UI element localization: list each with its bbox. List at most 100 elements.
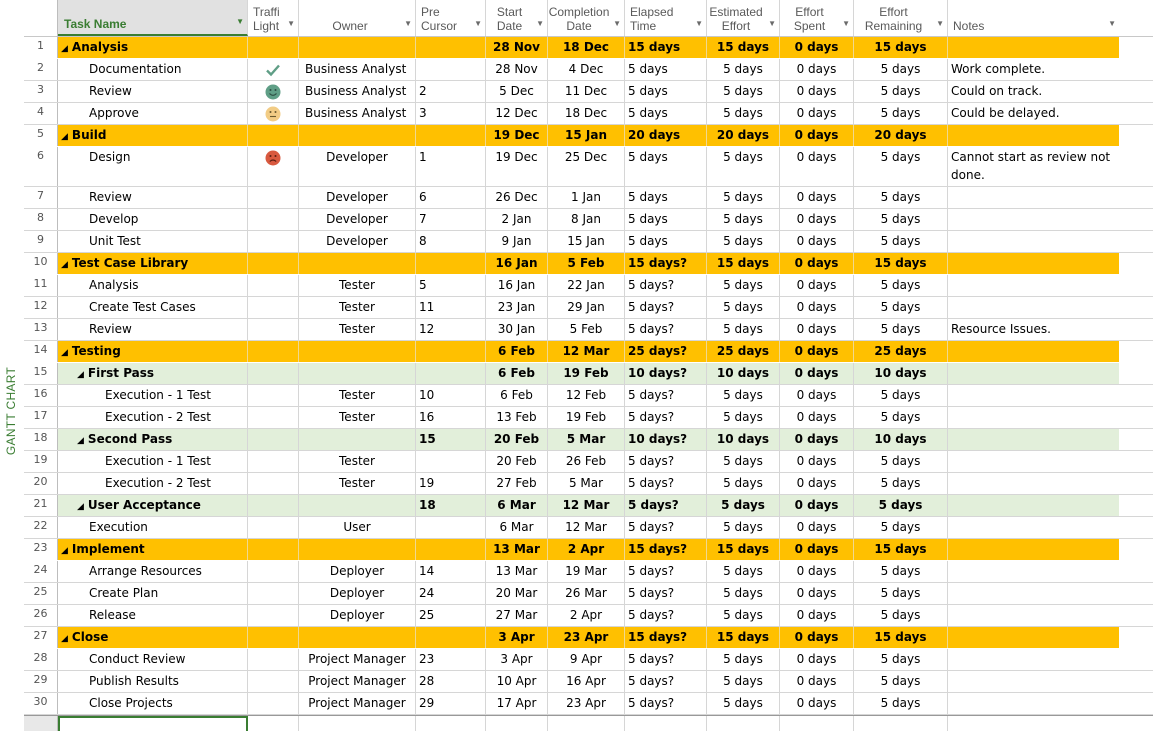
start-date-cell[interactable]: 16 Jan	[486, 275, 548, 296]
notes-cell[interactable]: Cannot start as review not done.	[948, 147, 1119, 186]
task-name-cell[interactable]: ◢ Testing	[58, 341, 248, 362]
owner-cell[interactable]	[299, 539, 416, 560]
completion-date-cell[interactable]: 26 Feb	[548, 451, 625, 472]
cell[interactable]	[248, 716, 299, 731]
elapsed-time-cell[interactable]: 5 days	[625, 59, 707, 80]
estimated-effort-cell[interactable]: 5 days	[707, 517, 780, 538]
notes-cell[interactable]: Resource Issues.	[948, 319, 1119, 340]
notes-cell[interactable]	[948, 517, 1119, 538]
traffic-light-cell[interactable]	[248, 187, 299, 208]
effort-remaining-cell[interactable]: 5 days	[854, 59, 948, 80]
owner-cell[interactable]	[299, 253, 416, 274]
task-row[interactable]: 3 Review Business Analyst 2 5 Dec 11 Dec 5 day…	[24, 81, 1153, 103]
notes-cell[interactable]	[948, 627, 1119, 648]
traffic-light-cell[interactable]	[248, 561, 299, 582]
traffic-light-cell[interactable]	[248, 319, 299, 340]
row-number[interactable]: 29	[24, 671, 58, 692]
effort-spent-cell[interactable]: 0 days	[780, 451, 854, 472]
summary-task-row[interactable]: 5 ◢ Build 19 Dec 15 Jan 20 days 20 days 0 days 2…	[24, 125, 1153, 147]
effort-remaining-cell[interactable]: 5 days	[854, 451, 948, 472]
estimated-effort-cell[interactable]: 5 days	[707, 147, 780, 186]
owner-cell[interactable]: Deployer	[299, 583, 416, 604]
effort-spent-cell[interactable]: 0 days	[780, 583, 854, 604]
elapsed-time-cell[interactable]: 5 days	[625, 81, 707, 102]
effort-spent-cell[interactable]: 0 days	[780, 693, 854, 714]
elapsed-time-cell[interactable]: 5 days?	[625, 319, 707, 340]
cell[interactable]	[486, 716, 548, 731]
estimated-effort-cell[interactable]: 5 days	[707, 231, 780, 252]
notes-cell[interactable]	[948, 231, 1119, 252]
summary-task-row[interactable]: 18 ◢ Second Pass 15 20 Feb 5 Mar 10 days? 10 da…	[24, 429, 1153, 451]
pre-cursor-cell[interactable]: 3	[416, 103, 486, 124]
task-row[interactable]: 6 Design Developer 1 19 Dec 25 Dec 5 days 5 day…	[24, 147, 1153, 187]
effort-spent-cell[interactable]: 0 days	[780, 147, 854, 186]
effort-spent-cell[interactable]: 0 days	[780, 275, 854, 296]
row-number[interactable]: 16	[24, 385, 58, 406]
pre-cursor-cell[interactable]: 14	[416, 561, 486, 582]
task-name-cell[interactable]: Approve	[58, 103, 248, 124]
notes-cell[interactable]	[948, 275, 1119, 296]
task-row[interactable]: 24 Arrange Resources Deployer 14 13 Mar 19 Ma…	[24, 561, 1153, 583]
owner-cell[interactable]	[299, 37, 416, 58]
row-number[interactable]: 23	[24, 539, 58, 560]
row-number[interactable]	[24, 716, 58, 731]
completion-date-cell[interactable]: 26 Mar	[548, 583, 625, 604]
owner-cell[interactable]: Developer	[299, 147, 416, 186]
completion-date-cell[interactable]: 16 Apr	[548, 671, 625, 692]
elapsed-time-cell[interactable]: 5 days	[625, 147, 707, 186]
row-number[interactable]: 22	[24, 517, 58, 538]
task-name-cell[interactable]: Execution - 1 Test	[58, 451, 248, 472]
row-number[interactable]: 17	[24, 407, 58, 428]
notes-cell[interactable]	[948, 583, 1119, 604]
notes-cell[interactable]: Could on track.	[948, 81, 1119, 102]
start-date-cell[interactable]: 23 Jan	[486, 297, 548, 318]
start-date-cell[interactable]: 13 Mar	[486, 539, 548, 560]
effort-spent-cell[interactable]: 0 days	[780, 231, 854, 252]
elapsed-time-cell[interactable]: 5 days?	[625, 517, 707, 538]
filter-dropdown-icon[interactable]: ▼	[613, 17, 621, 31]
row-number[interactable]: 19	[24, 451, 58, 472]
elapsed-time-cell[interactable]: 5 days?	[625, 495, 707, 516]
elapsed-time-cell[interactable]: 5 days?	[625, 297, 707, 318]
elapsed-time-cell[interactable]: 5 days?	[625, 605, 707, 626]
summary-task-row[interactable]: 15 ◢ First Pass 6 Feb 19 Feb 10 days? 10 days 0…	[24, 363, 1153, 385]
pre-cursor-cell[interactable]: 29	[416, 693, 486, 714]
effort-remaining-cell[interactable]: 5 days	[854, 605, 948, 626]
traffic-light-cell[interactable]	[248, 517, 299, 538]
elapsed-time-cell[interactable]: 5 days?	[625, 693, 707, 714]
pre-cursor-cell[interactable]	[416, 37, 486, 58]
effort-spent-cell[interactable]: 0 days	[780, 385, 854, 406]
completion-date-cell[interactable]: 15 Jan	[548, 231, 625, 252]
elapsed-time-cell[interactable]: 15 days?	[625, 253, 707, 274]
start-date-cell[interactable]: 20 Feb	[486, 429, 548, 450]
estimated-effort-cell[interactable]: 5 days	[707, 495, 780, 516]
estimated-effort-cell[interactable]: 5 days	[707, 103, 780, 124]
notes-cell[interactable]: Could be delayed.	[948, 103, 1119, 124]
effort-remaining-cell[interactable]: 10 days	[854, 363, 948, 384]
effort-remaining-cell[interactable]: 10 days	[854, 429, 948, 450]
task-row[interactable]: 28 Conduct Review Project Manager 23 3 Apr 9 …	[24, 649, 1153, 671]
effort-remaining-cell[interactable]: 5 days	[854, 147, 948, 186]
owner-cell[interactable]: Project Manager	[299, 649, 416, 670]
owner-cell[interactable]	[299, 627, 416, 648]
pre-cursor-cell[interactable]: 12	[416, 319, 486, 340]
estimated-effort-cell[interactable]: 5 days	[707, 671, 780, 692]
effort-spent-cell[interactable]: 0 days	[780, 253, 854, 274]
effort-remaining-cell[interactable]: 5 days	[854, 209, 948, 230]
estimated-effort-cell[interactable]: 5 days	[707, 605, 780, 626]
pre-cursor-cell[interactable]: 23	[416, 649, 486, 670]
effort-spent-cell[interactable]: 0 days	[780, 209, 854, 230]
effort-remaining-cell[interactable]: 5 days	[854, 385, 948, 406]
summary-task-row[interactable]: 21 ◢ User Acceptance 18 6 Mar 12 Mar 5 days? 5 …	[24, 495, 1153, 517]
task-name-cell[interactable]: Execution - 2 Test	[58, 407, 248, 428]
traffic-light-cell[interactable]	[248, 125, 299, 146]
row-number[interactable]: 7	[24, 187, 58, 208]
estimated-effort-cell[interactable]: 15 days	[707, 627, 780, 648]
completion-date-cell[interactable]: 18 Dec	[548, 37, 625, 58]
start-date-cell[interactable]: 16 Jan	[486, 253, 548, 274]
notes-cell[interactable]	[948, 253, 1119, 274]
filter-dropdown-icon[interactable]: ▼	[404, 17, 412, 31]
completion-date-cell[interactable]: 5 Feb	[548, 319, 625, 340]
owner-cell[interactable]: Developer	[299, 187, 416, 208]
completion-date-cell[interactable]: 22 Jan	[548, 275, 625, 296]
